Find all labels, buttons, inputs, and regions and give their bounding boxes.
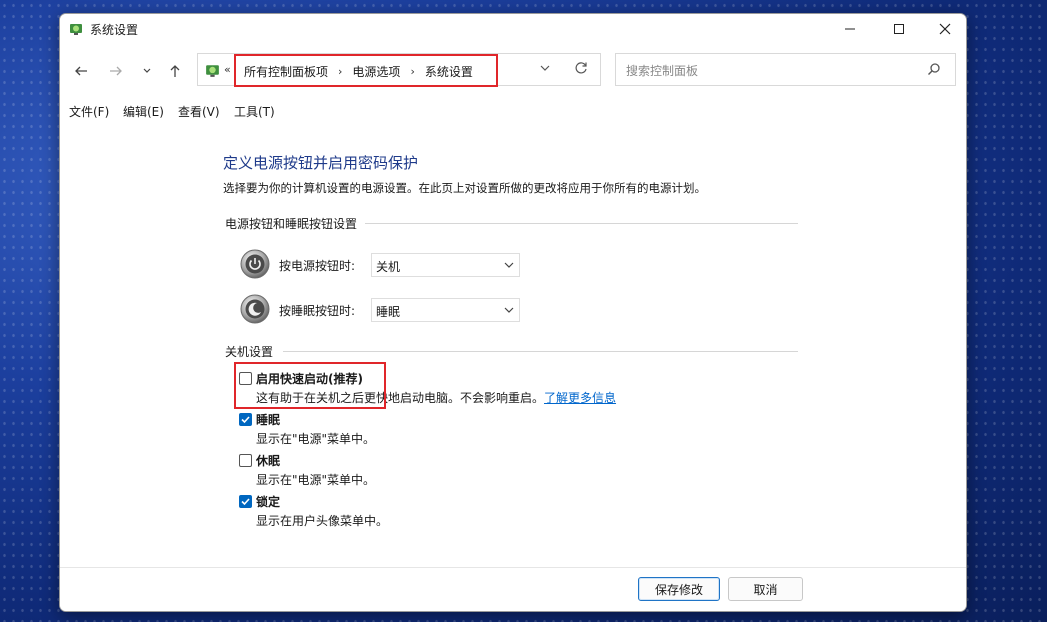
recent-locations-button[interactable] [136, 60, 158, 82]
sleep-checkbox[interactable] [239, 413, 252, 426]
section-heading-shutdown: 关机设置 [225, 345, 274, 359]
sleep-button-label: 按睡眠按钮时: [279, 304, 356, 318]
breadcrumb-separator-icon[interactable]: › [410, 65, 414, 78]
window-title: 系统设置 [90, 23, 139, 37]
sleep-option-label[interactable]: 睡眠 [256, 411, 280, 428]
lock-option-label[interactable]: 锁定 [256, 493, 280, 510]
arrow-right-icon [110, 66, 122, 76]
search-input[interactable] [624, 61, 918, 81]
section-divider [365, 223, 798, 224]
menu-view[interactable]: 查看(V) [178, 103, 220, 120]
control-panel-window: 系统设置 « 所有控制面板项 › 电源选项 › 系统设置 搜索控制面板 文件(F… [59, 13, 967, 612]
close-button[interactable] [922, 14, 966, 44]
menu-bar: 文件(F) 编辑(E) 查看(V) 工具(T) [60, 100, 966, 123]
control-panel-icon [206, 65, 219, 77]
search-icon[interactable] [927, 62, 941, 76]
maximize-icon [894, 24, 904, 34]
minimize-icon [845, 28, 855, 30]
power-button-action-select[interactable]: 关机 [371, 253, 520, 277]
page-title: 定义电源按钮并启用密码保护 [223, 154, 419, 172]
sleep-option-description: 显示在"电源"菜单中。 [256, 432, 376, 446]
footer-bar: 保存修改 取消 [60, 567, 966, 611]
address-dropdown-button[interactable] [540, 62, 550, 76]
minimize-button[interactable] [827, 14, 873, 44]
breadcrumb-all-control-panel-items[interactable]: 所有控制面板项 [244, 63, 328, 80]
chevron-down-icon [504, 262, 514, 268]
fast-startup-description: 这有助于在关机之后更快地启动电脑。不会影响重启。了解更多信息 [256, 389, 616, 406]
chevron-down-icon [504, 307, 514, 313]
maximize-button[interactable] [876, 14, 922, 44]
hibernate-checkbox[interactable] [239, 454, 252, 467]
breadcrumb-separator-icon[interactable]: › [338, 65, 342, 78]
chevron-down-icon [540, 65, 550, 71]
breadcrumb-power-options[interactable]: 电源选项 [352, 63, 400, 80]
refresh-icon [575, 62, 587, 74]
checkmark-icon [241, 416, 250, 424]
fast-startup-label[interactable]: 启用快速启动(推荐) [256, 370, 363, 387]
close-icon [939, 23, 951, 35]
save-changes-button[interactable]: 保存修改 [638, 577, 720, 601]
forward-button[interactable] [105, 60, 127, 82]
fast-startup-checkbox[interactable] [239, 372, 252, 385]
menu-tools[interactable]: 工具(T) [234, 103, 275, 120]
cancel-button[interactable]: 取消 [728, 577, 803, 601]
sleep-button-action-value: 睡眠 [376, 305, 401, 319]
section-heading-power-buttons: 电源按钮和睡眠按钮设置 [225, 217, 358, 231]
main-content: 定义电源按钮并启用密码保护 选择要为你的计算机设置的电源设置。在此页上对设置所做… [60, 122, 966, 568]
power-button-action-value: 关机 [376, 260, 401, 274]
title-bar[interactable]: 系统设置 [60, 14, 966, 44]
checkmark-icon [241, 498, 250, 506]
chevron-down-icon [143, 68, 151, 73]
section-divider [283, 351, 798, 352]
breadcrumb: 所有控制面板项 › 电源选项 › 系统设置 [244, 63, 473, 80]
menu-edit[interactable]: 编辑(E) [123, 103, 164, 120]
address-bar[interactable]: « 所有控制面板项 › 电源选项 › 系统设置 [197, 53, 601, 86]
page-description: 选择要为你的计算机设置的电源设置。在此页上对设置所做的更改将应用于你所有的电源计… [223, 181, 706, 195]
address-row: « 所有控制面板项 › 电源选项 › 系统设置 [60, 52, 966, 88]
power-button-icon [240, 249, 270, 279]
refresh-button[interactable] [574, 61, 588, 79]
lock-checkbox[interactable] [239, 495, 252, 508]
breadcrumb-system-settings[interactable]: 系统设置 [425, 63, 473, 80]
lock-option-description: 显示在用户头像菜单中。 [256, 514, 389, 528]
search-box[interactable] [615, 53, 956, 86]
power-options-app-icon [70, 24, 82, 35]
up-button[interactable] [164, 60, 186, 82]
sleep-button-icon [240, 294, 270, 324]
arrow-up-icon [170, 65, 180, 77]
address-overflow-chevron[interactable]: « [224, 63, 231, 76]
learn-more-link[interactable]: 了解更多信息 [544, 391, 616, 405]
back-button[interactable] [70, 60, 92, 82]
fast-startup-description-text: 这有助于在关机之后更快地启动电脑。不会影响重启。 [256, 391, 545, 405]
hibernate-option-description: 显示在"电源"菜单中。 [256, 473, 376, 487]
hibernate-option-label[interactable]: 休眠 [256, 452, 280, 469]
sleep-button-action-select[interactable]: 睡眠 [371, 298, 520, 322]
menu-file[interactable]: 文件(F) [69, 103, 109, 120]
arrow-left-icon [75, 66, 87, 76]
power-button-label: 按电源按钮时: [279, 259, 356, 273]
